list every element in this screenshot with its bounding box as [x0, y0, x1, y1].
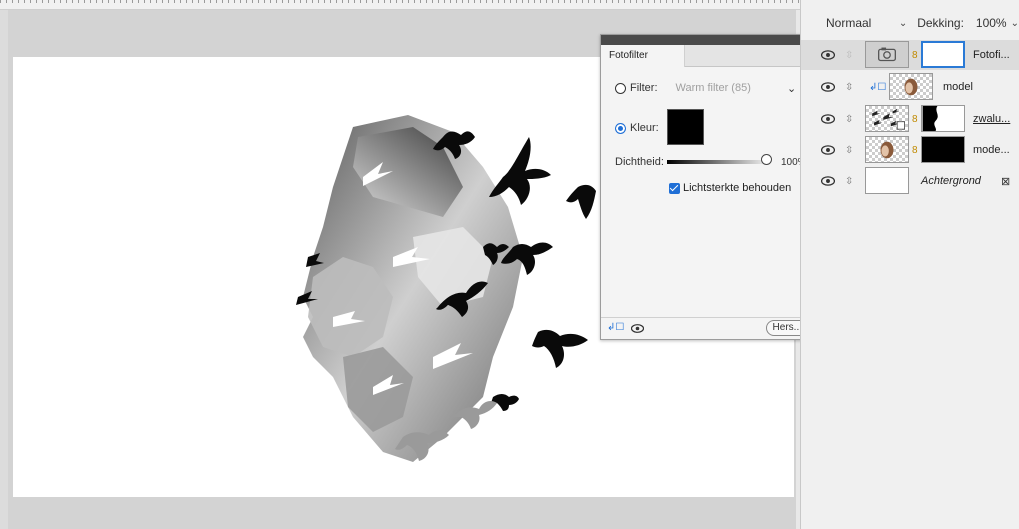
link-icon[interactable]: 8: [912, 114, 918, 125]
chevron-down-icon[interactable]: ⌄: [787, 82, 796, 95]
opacity-value[interactable]: 100%: [976, 16, 1007, 30]
layer-name[interactable]: Achtergrond: [921, 175, 981, 187]
layer-name[interactable]: mode...: [973, 144, 1010, 156]
layer-mask-thumbnail[interactable]: [921, 105, 965, 132]
preserve-luminosity-checkbox[interactable]: [669, 182, 680, 194]
chevron-down-icon[interactable]: ⌄: [899, 18, 907, 29]
eye-icon[interactable]: [821, 143, 835, 157]
filter-radio[interactable]: [615, 82, 626, 94]
layer-name[interactable]: Fotofi...: [973, 49, 1010, 61]
layer-mask-thumbnail[interactable]: [921, 136, 965, 163]
preserve-luminosity-row[interactable]: Lichtsterkte behouden: [669, 182, 791, 194]
density-label: Dichtheid:: [615, 156, 664, 168]
link-icon: ⇳: [845, 175, 854, 187]
eye-icon[interactable]: [821, 174, 835, 188]
horizontal-ruler: [0, 0, 800, 10]
eye-icon[interactable]: [821, 48, 835, 62]
eye-icon[interactable]: [821, 80, 835, 94]
lock-icon[interactable]: ⊠: [1001, 175, 1010, 188]
properties-panel: ✕ Fotofilter ▾≡ Filter: Warm filter (85)…: [600, 33, 818, 340]
filter-label: Filter:: [630, 82, 658, 94]
vertical-ruler: [0, 10, 8, 529]
panel-footer: ↲☐ Hers...: [601, 317, 817, 339]
layer-thumbnail[interactable]: [865, 167, 909, 194]
panel-tabbar: Fotofilter ▾≡: [601, 45, 817, 67]
color-row: Kleur:: [615, 122, 659, 134]
tab-fotofilter[interactable]: Fotofilter: [601, 45, 685, 67]
filter-row: Filter: Warm filter (85) ⌄: [615, 82, 805, 95]
density-slider-handle[interactable]: [761, 154, 772, 165]
clip-to-layer-icon[interactable]: ↲☐: [607, 322, 624, 333]
filter-select[interactable]: Warm filter (85): [676, 82, 751, 94]
link-icon: ⇳: [845, 144, 854, 156]
layer-row-achtergrond[interactable]: ⇳ Achtergrond ⊠: [801, 166, 1019, 196]
photoshop-window: ✕ Fotofilter ▾≡ Filter: Warm filter (85)…: [0, 0, 1019, 529]
layer-thumbnail[interactable]: [865, 136, 909, 163]
link-icon[interactable]: 8: [912, 50, 918, 61]
color-radio[interactable]: [615, 122, 626, 134]
color-swatch[interactable]: [667, 109, 704, 145]
opacity-label: Dekking:: [917, 16, 964, 30]
layer-name[interactable]: zwalu...: [973, 113, 1010, 125]
layer-row-zwaluwen[interactable]: ⇳ 8 zwalu...: [801, 104, 1019, 134]
panel-titlebar[interactable]: ✕: [601, 33, 817, 45]
layer-row-model-copy[interactable]: ⇳ 8 mode...: [801, 135, 1019, 165]
color-label: Kleur:: [630, 122, 659, 134]
link-icon: ⇳: [845, 81, 854, 93]
layer-row-fotofilter[interactable]: ⇳ 8 Fotofi...: [801, 40, 1019, 70]
layer-name[interactable]: model: [943, 81, 973, 93]
clip-to-layer-icon: ↲☐: [869, 81, 887, 93]
layer-thumbnail[interactable]: [865, 105, 909, 132]
layers-panel: Normaal ⌄ Dekking: 100% ⌄ ⇳ 8 Fotofi... …: [800, 0, 1019, 529]
layer-thumbnail[interactable]: [889, 73, 933, 100]
link-icon[interactable]: 8: [912, 145, 918, 156]
eye-icon[interactable]: [631, 324, 644, 333]
layers-toolbar: [801, 0, 1019, 8]
eye-icon[interactable]: [821, 112, 835, 126]
chevron-down-icon[interactable]: ⌄: [1011, 18, 1019, 29]
photo-filter-adjustment-icon: [865, 41, 909, 68]
layer-mask-thumbnail[interactable]: [921, 41, 965, 68]
link-icon: ⇳: [845, 113, 854, 125]
preserve-luminosity-label: Lichtsterkte behouden: [683, 182, 792, 194]
layer-row-model[interactable]: ⇳ ↲☐ model: [801, 72, 1019, 102]
density-slider[interactable]: [667, 160, 767, 164]
link-icon: ⇳: [845, 49, 854, 61]
blend-row: Normaal ⌄ Dekking: 100% ⌄: [801, 8, 1019, 38]
blend-mode-select[interactable]: Normaal: [826, 16, 895, 30]
